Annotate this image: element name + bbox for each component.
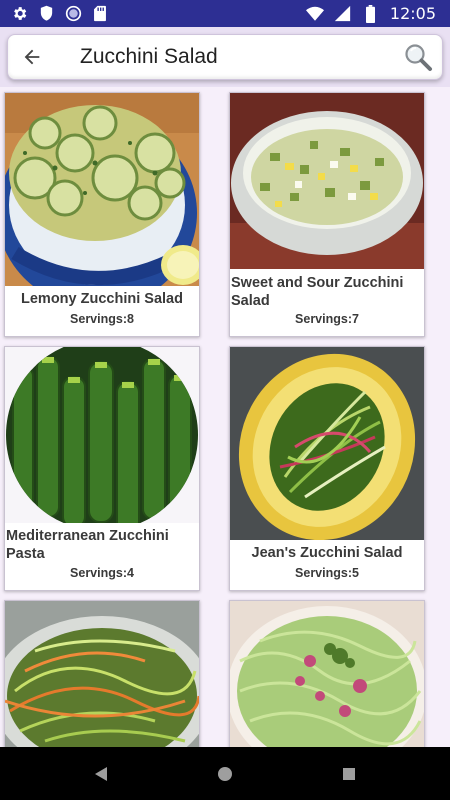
battery-icon (362, 4, 380, 23)
square-recents-icon[interactable] (338, 763, 360, 785)
app-bar: Zucchini Salad (0, 27, 450, 87)
clock: 12:05 (389, 4, 436, 23)
signal-icon (334, 5, 352, 23)
wifi-icon (305, 5, 324, 23)
recipe-title: Mediterranean Zucchini Pasta (6, 528, 169, 562)
recipe-card-lemony-zucchini-salad[interactable]: Lemony Zucchini Salad Servings:8 (4, 92, 200, 337)
search-query[interactable]: Zucchini Salad (80, 45, 218, 69)
triangle-back-icon[interactable] (90, 763, 112, 785)
recipe-servings: Servings:8 (70, 312, 134, 326)
recipe-servings: Servings:5 (295, 566, 359, 580)
navigation-bar (0, 747, 450, 800)
recipe-title: Jean's Zucchini Salad (251, 545, 403, 561)
recipe-card[interactable] (229, 600, 425, 747)
status-bar: 12:05 (0, 0, 450, 27)
recipe-card-sweet-and-sour-zucchini-salad[interactable]: Sweet and Sour Zucchini Salad Servings:7 (229, 92, 425, 337)
sd-card-icon (91, 5, 109, 23)
recipe-image (5, 347, 199, 523)
recipe-image (5, 93, 199, 286)
recipe-card-jeans-zucchini-salad[interactable]: Jean's Zucchini Salad Servings:5 (229, 346, 425, 591)
recipe-image (230, 347, 424, 540)
shield-icon (37, 5, 55, 23)
recipe-image (230, 93, 424, 269)
recipe-title: Lemony Zucchini Salad (21, 291, 183, 307)
recipe-title: Sweet and Sour Zucchini Salad (231, 275, 404, 309)
gear-icon (10, 5, 28, 23)
recipe-card-mediterranean-zucchini-pasta[interactable]: Mediterranean Zucchini Pasta Servings:4 (4, 346, 200, 591)
search-box[interactable]: Zucchini Salad (7, 34, 443, 80)
circle-home-icon[interactable] (214, 763, 236, 785)
recipe-grid: Lemony Zucchini Salad Servings:8 Sweet a… (0, 87, 450, 747)
arrow-back-icon[interactable] (18, 43, 46, 71)
recipe-servings: Servings:4 (70, 566, 134, 580)
recipe-image (230, 601, 424, 747)
recipe-servings: Servings:7 (295, 312, 359, 326)
recipe-image (5, 601, 199, 747)
magnifier-icon[interactable] (402, 41, 434, 73)
recipe-card[interactable] (4, 600, 200, 747)
circle-icon (64, 5, 82, 23)
